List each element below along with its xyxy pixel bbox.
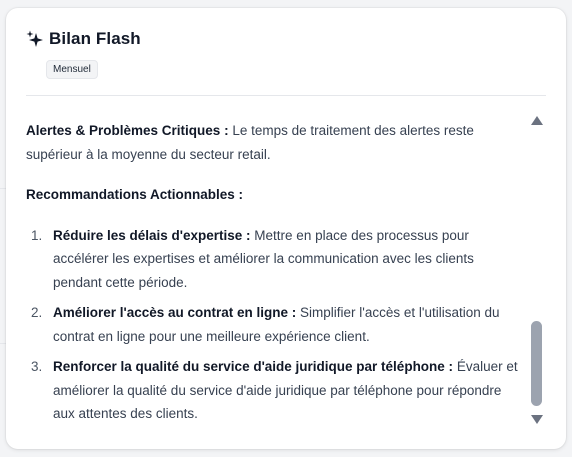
list-item-number: 1. — [31, 227, 43, 243]
list-item: 1. Réduire les délais d'expertise : Mett… — [26, 224, 524, 295]
alert-label: Alertes & Problèmes Critiques : — [26, 123, 229, 138]
period-badge: Mensuel — [46, 60, 98, 79]
sparkle-icon — [26, 30, 44, 48]
title-row: Bilan Flash — [26, 28, 546, 50]
alert-paragraph: Alertes & Problèmes Critiques : Le temps… — [26, 119, 524, 166]
list-item: 3. Renforcer la qualité du service d'aid… — [26, 355, 524, 426]
scrollbar-thumb[interactable] — [531, 321, 542, 406]
list-item-label: Améliorer l'accès au contrat en ligne : — [53, 305, 297, 320]
scrollable-content[interactable]: Alertes & Problèmes Critiques : Le temps… — [26, 119, 524, 433]
list-item-number: 2. — [31, 305, 43, 320]
recommendations-heading: Recommandations Actionnables : — [26, 187, 244, 202]
list-item-label: Réduire les délais d'expertise : — [53, 227, 251, 243]
list-item-number: 3. — [31, 359, 43, 374]
scroll-down-arrow-icon[interactable] — [531, 415, 543, 424]
list-item-label: Renforcer la qualité du service d'aide j… — [53, 359, 454, 374]
card-title: Bilan Flash — [49, 29, 141, 48]
scroll-up-arrow-icon[interactable] — [531, 116, 543, 125]
vertical-scrollbar[interactable] — [529, 116, 545, 432]
card-header: Bilan Flash Mensuel — [26, 28, 546, 79]
list-item: 2. Améliorer l'accès au contrat en ligne… — [26, 301, 524, 348]
bilan-flash-card: Bilan Flash Mensuel Alertes & Problèmes … — [6, 8, 566, 449]
recommendations-list: 1. Réduire les délais d'expertise : Mett… — [26, 224, 524, 426]
header-divider — [26, 95, 546, 96]
